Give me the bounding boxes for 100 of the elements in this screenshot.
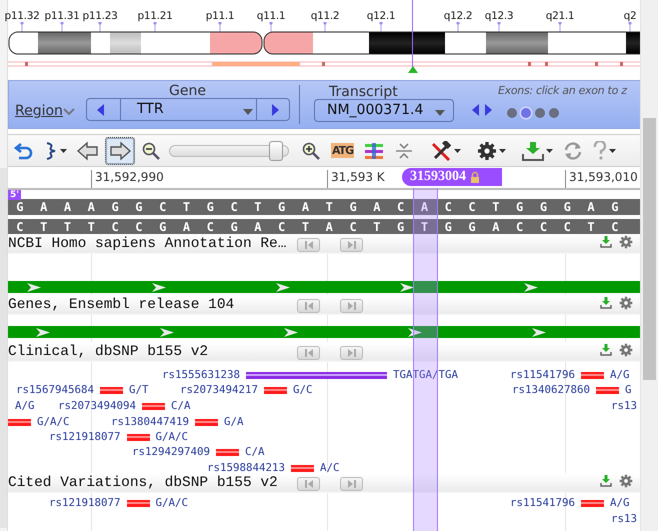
- variant-id-link[interactable]: rs121918077: [49, 496, 121, 510]
- variant-id-link[interactable]: rs1555631238: [162, 368, 240, 382]
- gene-label: Gene: [169, 83, 206, 99]
- variant-bar[interactable]: [264, 386, 288, 394]
- band-label: q2: [622, 10, 638, 22]
- track-title: Genes, Ensembl release 104: [8, 296, 234, 314]
- variant-bar[interactable]: [581, 372, 604, 378]
- variant-id-link[interactable]: rs1567945684: [16, 383, 94, 397]
- variant-bar[interactable]: [581, 500, 604, 506]
- direction-arrow-icon: [276, 282, 290, 292]
- band-label: q11.1: [256, 10, 286, 22]
- direction-arrow-icon: [160, 328, 174, 336]
- exon-dot[interactable]: [535, 108, 545, 118]
- band-label: q12.3: [484, 10, 514, 22]
- position-value: 31593004: [410, 169, 466, 185]
- settings-icon[interactable]: [619, 474, 633, 488]
- base-letter: C: [515, 219, 524, 235]
- slider-thumb[interactable]: [268, 140, 283, 160]
- base-letter: C: [467, 199, 477, 215]
- base-letter: G: [538, 199, 548, 215]
- variant-id-link[interactable]: rs11541796: [510, 496, 576, 510]
- right-arrow-icon: [109, 140, 131, 160]
- caret-icon[interactable]: [435, 110, 445, 116]
- variant-id-link[interactable]: rs1340627860: [512, 383, 590, 397]
- variant-bar[interactable]: [246, 372, 388, 378]
- region-link[interactable]: Region: [15, 103, 63, 119]
- next-exon-icon[interactable]: [485, 104, 492, 116]
- settings-icon[interactable]: [619, 296, 633, 310]
- base-letter: T: [324, 199, 334, 215]
- variant-id-link[interactable]: rs13: [611, 512, 638, 526]
- download-icon[interactable]: [600, 344, 612, 356]
- previous-feature-button[interactable]: [297, 346, 320, 360]
- variant-bar[interactable]: [100, 386, 124, 394]
- gene-feature-bar[interactable]: [8, 326, 640, 338]
- previous-feature-button[interactable]: [297, 477, 320, 491]
- next-feature-button[interactable]: [340, 299, 363, 313]
- exon-dot[interactable]: [549, 108, 559, 118]
- previous-feature-button[interactable]: [297, 238, 320, 252]
- download-icon[interactable]: [600, 475, 612, 487]
- download-icon[interactable]: [600, 236, 612, 248]
- base-letter: A: [491, 219, 500, 235]
- gene-feature-bar[interactable]: [8, 281, 640, 293]
- base-letter: C: [538, 219, 548, 235]
- ruler-tick-label: 31,593,010: [565, 170, 638, 188]
- zoom-in-icon: [302, 142, 320, 160]
- variant-bar[interactable]: [195, 418, 218, 426]
- exon-dot[interactable]: [507, 108, 517, 118]
- base-letter: G: [229, 219, 239, 235]
- variant-bar[interactable]: [126, 500, 150, 506]
- next-feature-button[interactable]: [340, 238, 363, 252]
- allele-label: G: [625, 383, 632, 397]
- transcript-selector[interactable]: NM_000371.4: [314, 99, 454, 122]
- band-label: p11.23: [82, 10, 118, 22]
- skip-forward-icon: [346, 301, 356, 311]
- variant-id-link[interactable]: rs11541796: [510, 368, 576, 382]
- base-letter: C: [110, 219, 120, 235]
- position-marker[interactable]: 31593004: [402, 168, 502, 186]
- next-gene-icon[interactable]: [271, 104, 279, 116]
- band-label: p11.1: [204, 10, 236, 22]
- base-letter: G: [396, 219, 406, 235]
- variant-id-link[interactable]: rs13: [611, 399, 638, 413]
- skip-forward-icon: [346, 240, 356, 250]
- sequence-button[interactable]: ATG: [327, 136, 358, 164]
- variant-bar[interactable]: [126, 434, 150, 440]
- previous-feature-button[interactable]: [297, 299, 320, 313]
- variant-id-link[interactable]: rs2073494094: [58, 399, 136, 413]
- base-letter: T: [62, 219, 72, 235]
- previous-exon-icon[interactable]: [472, 104, 479, 116]
- pan-right-button[interactable]: [105, 136, 135, 164]
- variant-bar[interactable]: [142, 402, 166, 410]
- base-letter: T: [586, 219, 596, 235]
- base-letter: A: [253, 219, 262, 235]
- next-feature-button[interactable]: [340, 477, 363, 491]
- variant-bar[interactable]: [8, 418, 31, 426]
- allele-label: G/A/C: [156, 430, 188, 444]
- settings-icon[interactable]: [619, 343, 633, 357]
- variant-id-link[interactable]: rs121918077: [49, 430, 121, 444]
- settings-icon[interactable]: [619, 235, 633, 249]
- base-letter: G: [610, 199, 620, 215]
- variant-id-link[interactable]: rs1598844213: [207, 461, 286, 475]
- base-letter: C: [229, 199, 239, 215]
- previous-gene-icon[interactable]: [97, 104, 105, 116]
- next-feature-button[interactable]: [340, 346, 363, 360]
- chevron-down-icon[interactable]: [63, 108, 75, 116]
- caret-icon[interactable]: [243, 109, 253, 115]
- scrollbar-thumb[interactable]: [643, 118, 656, 380]
- scrollbar[interactable]: [640, 0, 658, 531]
- variant-bar[interactable]: [291, 464, 314, 472]
- base-letter: C: [610, 219, 620, 235]
- base-letter: G: [562, 199, 572, 215]
- variant-bar[interactable]: [216, 448, 240, 456]
- variant-bar[interactable]: [596, 386, 620, 394]
- base-letter: A: [300, 199, 310, 215]
- exon-dot[interactable]: [521, 108, 531, 118]
- variant-id-link[interactable]: rs1380447419: [111, 415, 190, 429]
- variant-id-link[interactable]: rs2073494217: [180, 383, 258, 397]
- variant-id-link[interactable]: rs1294297409: [132, 445, 210, 459]
- download-icon[interactable]: [600, 297, 612, 309]
- gene-selector[interactable]: TTR: [86, 98, 290, 121]
- allele-label: G/A/C: [37, 415, 70, 429]
